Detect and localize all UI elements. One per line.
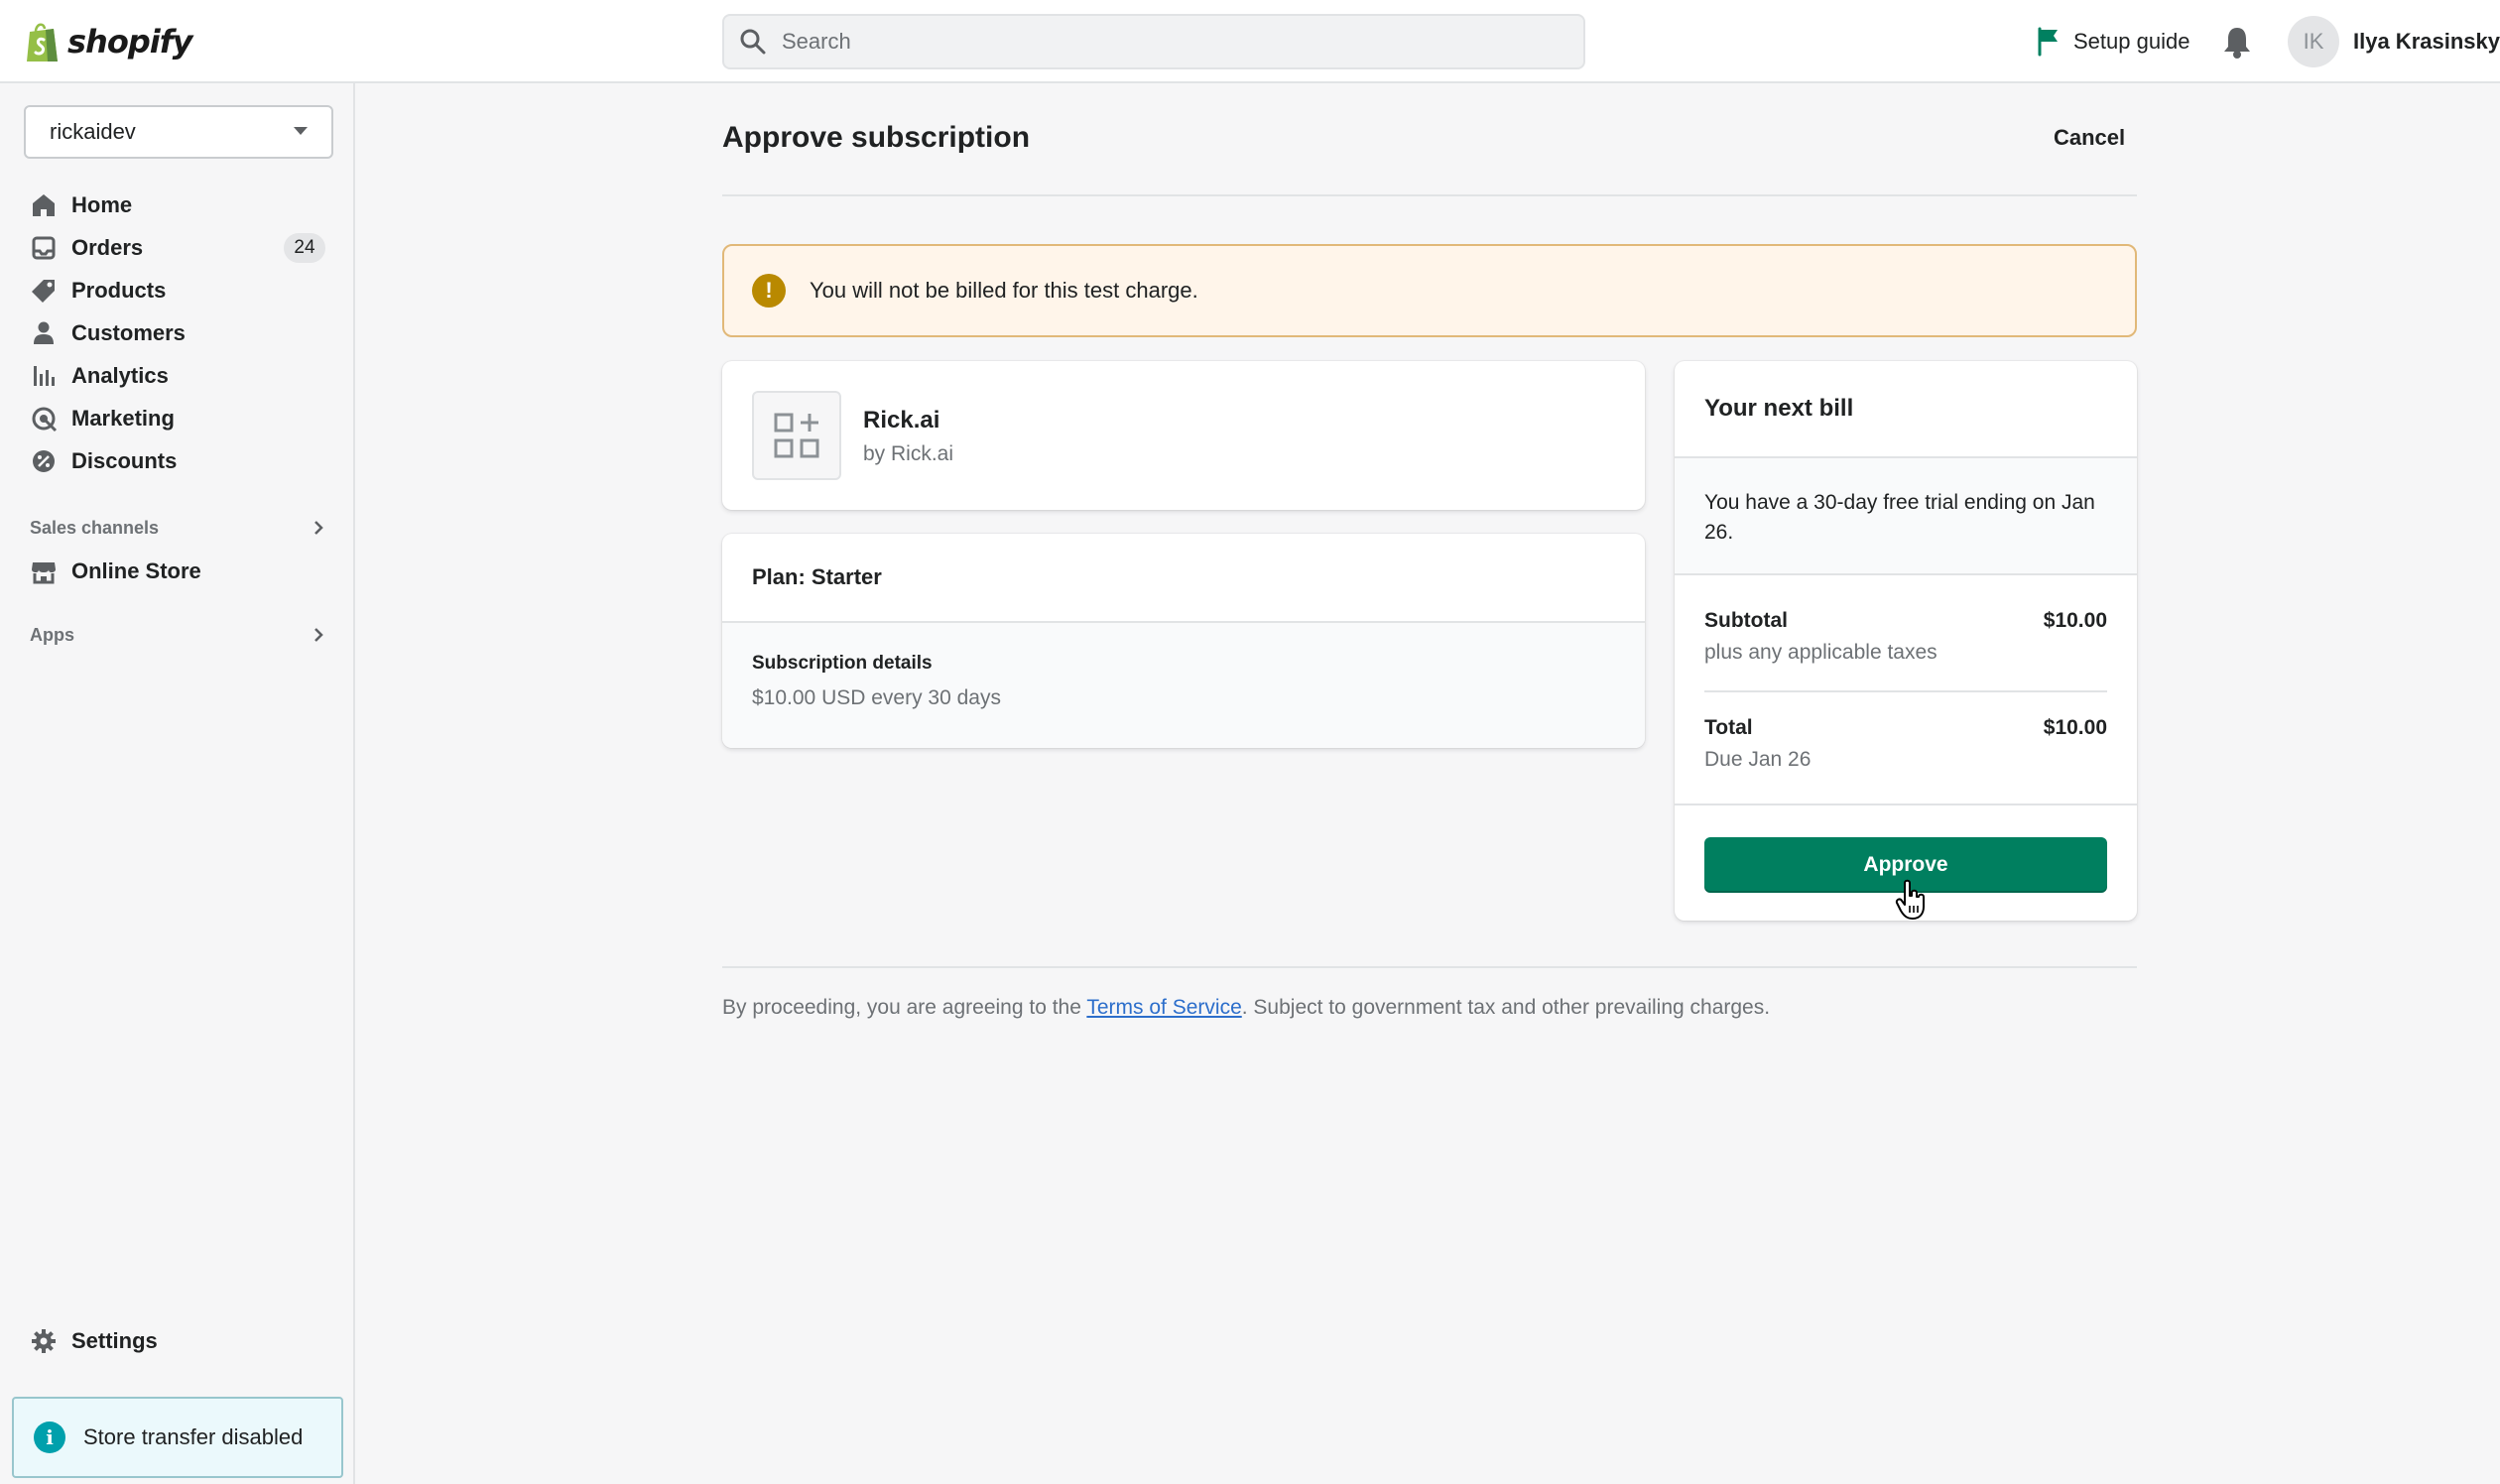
plan-card: Plan: Starter Subscription details $10.0… bbox=[722, 534, 1645, 748]
sidebar-item-settings[interactable]: Settings bbox=[0, 1319, 355, 1362]
plan-name: Plan: Starter bbox=[722, 534, 1645, 623]
analytics-icon bbox=[34, 365, 55, 386]
sales-channels-label: Sales channels bbox=[30, 517, 160, 538]
orders-icon bbox=[32, 236, 56, 259]
next-bill-card: Your next bill You have a 30-day free tr… bbox=[1675, 361, 2137, 921]
store-name: rickaidev bbox=[50, 119, 136, 144]
sidebar-item-label: Customers bbox=[71, 319, 186, 345]
chevron-right-icon bbox=[314, 628, 323, 642]
search-icon bbox=[740, 29, 766, 55]
chevron-right-icon bbox=[314, 521, 323, 535]
sidebar-item-label: Settings bbox=[71, 1327, 158, 1353]
avatar: IK bbox=[2288, 16, 2339, 67]
app-name: Rick.ai bbox=[863, 407, 940, 433]
user-menu[interactable]: IK Ilya Krasinsky bbox=[2288, 16, 2500, 67]
user-name: Ilya Krasinsky bbox=[2353, 29, 2500, 54]
app-thumbnail bbox=[752, 391, 841, 480]
terms-suffix: . Subject to government tax and other pr… bbox=[1241, 996, 1771, 1019]
sidebar-item-label: Marketing bbox=[71, 405, 175, 431]
sidebar-item-label: Discounts bbox=[71, 447, 178, 473]
bill-title: Your next bill bbox=[1704, 395, 1854, 422]
setup-guide-button[interactable]: Setup guide bbox=[2036, 22, 2189, 62]
sidebar-item-label: Products bbox=[71, 277, 167, 303]
bill-divider bbox=[1704, 690, 2107, 692]
home-icon bbox=[33, 193, 55, 216]
total-note: Due Jan 26 bbox=[1704, 748, 1812, 771]
header-divider bbox=[722, 194, 2137, 196]
sidebar-item-label: Analytics bbox=[71, 362, 169, 388]
banner-text: You will not be billed for this test cha… bbox=[810, 278, 1198, 303]
store-selector[interactable]: rickaidev bbox=[24, 105, 333, 159]
shopify-logo[interactable]: shopify bbox=[24, 18, 192, 65]
main-nav: Home Orders 24 Products Customers Analyt… bbox=[0, 184, 355, 482]
bell-icon[interactable] bbox=[2220, 24, 2254, 60]
orders-count-badge: 24 bbox=[284, 233, 325, 263]
tag-icon bbox=[32, 279, 55, 303]
footer-divider bbox=[722, 966, 2137, 968]
terms-notice: By proceeding, you are agreeing to the T… bbox=[722, 996, 1770, 1020]
hand-cursor-icon bbox=[1895, 879, 1925, 920]
subscription-details: Subscription details $10.00 USD every 30… bbox=[722, 623, 1645, 748]
sales-channels-nav: Online Store bbox=[0, 550, 355, 592]
shopify-bag-icon bbox=[27, 23, 58, 62]
info-icon: i bbox=[34, 1422, 65, 1453]
sidebar-item-customers[interactable]: Customers bbox=[0, 311, 355, 354]
discount-icon bbox=[33, 449, 55, 472]
apps-label: Apps bbox=[30, 624, 74, 645]
page-title: Approve subscription bbox=[722, 121, 1031, 154]
trial-notice: You have a 30-day free trial ending on J… bbox=[1675, 456, 2137, 575]
gear-icon bbox=[32, 1328, 56, 1353]
setup-guide-label: Setup guide bbox=[2073, 29, 2190, 54]
terms-prefix: By proceeding, you are agreeing to the bbox=[722, 996, 1087, 1019]
apps-grid-icon bbox=[774, 413, 819, 458]
sidebar-item-label: Home bbox=[71, 191, 133, 217]
subtotal-note: plus any applicable taxes bbox=[1704, 641, 1938, 664]
sidebar-item-discounts[interactable]: Discounts bbox=[0, 439, 355, 482]
subscription-details-label: Subscription details bbox=[752, 653, 933, 674]
brand-name: shopify bbox=[67, 23, 192, 61]
app-developer: by Rick.ai bbox=[863, 442, 954, 465]
search-bar[interactable] bbox=[722, 14, 1585, 69]
sidebar-item-online-store[interactable]: Online Store bbox=[0, 550, 355, 592]
settings-nav: Settings bbox=[0, 1319, 355, 1362]
total-amount: $10.00 bbox=[2043, 716, 2107, 739]
sidebar-item-label: Online Store bbox=[71, 557, 201, 583]
flag-icon bbox=[2038, 27, 2058, 57]
test-charge-banner: ! You will not be billed for this test c… bbox=[722, 244, 2137, 337]
subscription-details-value: $10.00 USD every 30 days bbox=[752, 686, 1001, 709]
cancel-button[interactable]: Cancel bbox=[2054, 125, 2125, 151]
store-transfer-text: Store transfer disabled bbox=[83, 1424, 304, 1449]
top-bar: shopify Setup guide IK Ilya Krasinsky bbox=[0, 0, 2500, 83]
sidebar-item-home[interactable]: Home bbox=[0, 184, 355, 226]
total-row: Total $10.00 Due Jan 26 bbox=[1704, 716, 2107, 772]
sidebar-item-marketing[interactable]: Marketing bbox=[0, 397, 355, 439]
subtotal-amount: $10.00 bbox=[2043, 609, 2107, 632]
store-icon bbox=[32, 561, 56, 583]
terms-of-service-link[interactable]: Terms of Service bbox=[1086, 996, 1241, 1019]
marketing-icon bbox=[32, 407, 58, 432]
search-input[interactable] bbox=[782, 29, 1556, 55]
subtotal-row: Subtotal $10.00 plus any applicable taxe… bbox=[1704, 609, 2107, 665]
caret-down-icon bbox=[294, 127, 308, 135]
bill-divider bbox=[1675, 804, 2137, 805]
app-card: Rick.ai by Rick.ai bbox=[722, 361, 1645, 510]
sidebar-item-products[interactable]: Products bbox=[0, 269, 355, 311]
sales-channels-header[interactable]: Sales channels bbox=[30, 513, 327, 543]
sidebar: rickaidev Home Orders 24 Products Custom… bbox=[0, 83, 355, 1484]
sidebar-item-analytics[interactable]: Analytics bbox=[0, 354, 355, 397]
person-icon bbox=[34, 321, 54, 344]
store-transfer-banner: i Store transfer disabled bbox=[12, 1397, 343, 1478]
apps-header[interactable]: Apps bbox=[30, 620, 327, 650]
sidebar-item-label: Orders bbox=[71, 234, 144, 260]
warning-icon: ! bbox=[752, 274, 786, 308]
sidebar-item-orders[interactable]: Orders 24 bbox=[0, 226, 355, 269]
